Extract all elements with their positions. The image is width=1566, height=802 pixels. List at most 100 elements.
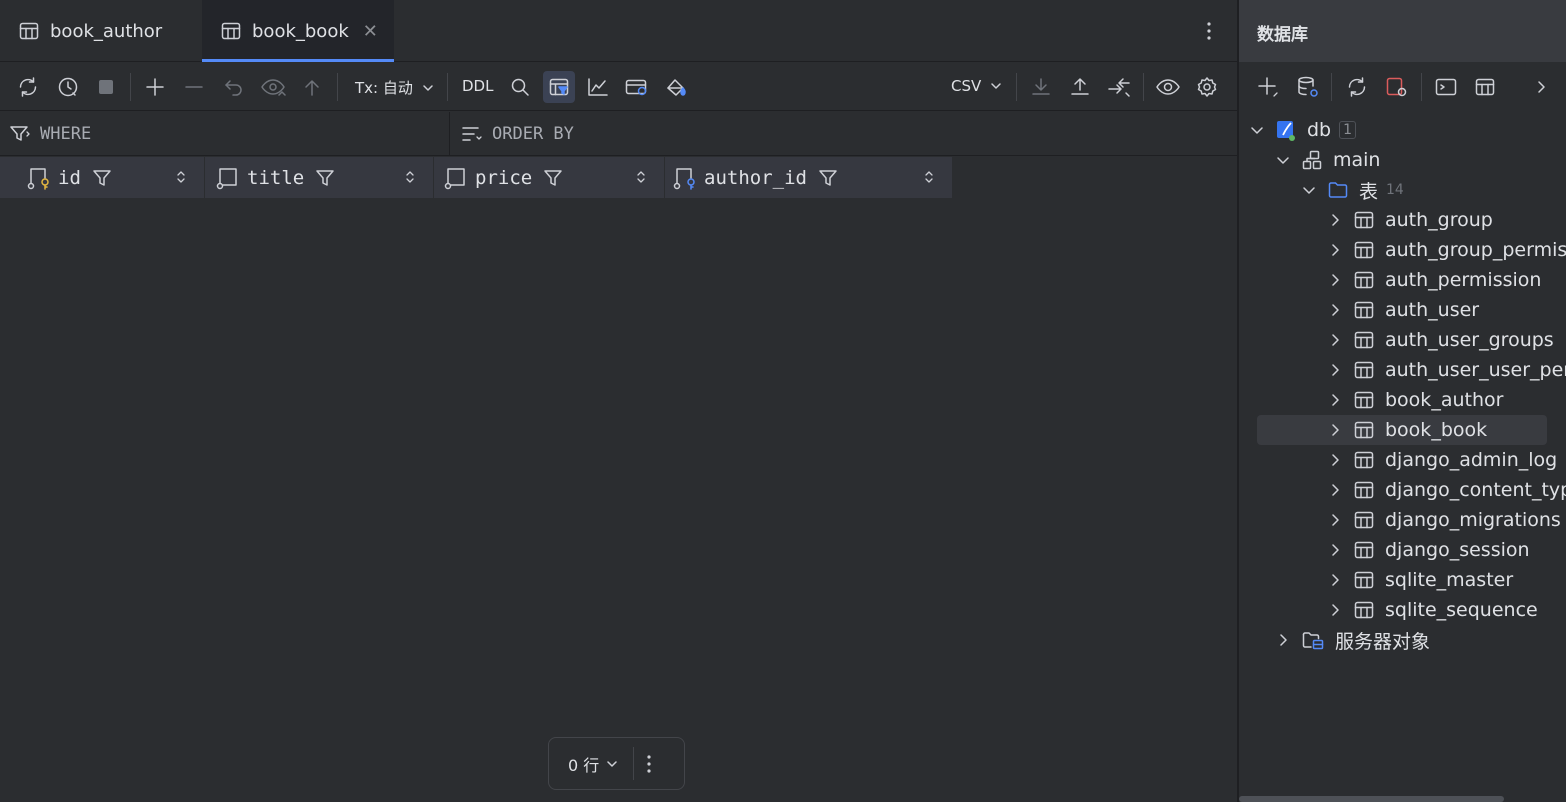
column-name: title — [247, 166, 305, 189]
sort-arrows-icon[interactable] — [924, 169, 934, 185]
settings-gear-icon[interactable] — [1193, 73, 1221, 101]
tree-node-table[interactable]: django_migrations — [1327, 505, 1561, 535]
datasource-properties-icon[interactable] — [1294, 73, 1322, 101]
chevron-right-icon — [1327, 212, 1343, 228]
table-icon — [220, 20, 242, 42]
chevron-right-icon — [1327, 362, 1343, 378]
table-icon — [1353, 449, 1375, 471]
column-header-row: id title price author_id — [0, 157, 953, 198]
sort-arrows-icon[interactable] — [176, 169, 186, 185]
tree-node-table[interactable]: sqlite_master — [1327, 565, 1513, 595]
sql-console-icon[interactable] — [1432, 73, 1460, 101]
db-label: db — [1307, 119, 1332, 141]
column-header-price[interactable]: price — [434, 157, 665, 198]
visibility-eye-icon[interactable] — [1154, 73, 1182, 101]
tree-node-db[interactable]: db 1 — [1249, 115, 1357, 145]
table-icon — [1353, 389, 1375, 411]
more-options-icon[interactable] — [1199, 18, 1219, 44]
ddl-button[interactable]: DDL — [462, 77, 493, 95]
folder-icon — [1327, 179, 1349, 201]
table-name: sqlite_master — [1385, 569, 1514, 591]
table-name: book_book — [1385, 419, 1488, 441]
table-view-icon[interactable] — [1471, 73, 1499, 101]
chevron-right-icon[interactable] — [1527, 73, 1555, 101]
tree-node-table[interactable]: auth_permission — [1327, 265, 1541, 295]
view-mode-icon[interactable] — [623, 73, 651, 101]
sort-arrows-icon[interactable] — [636, 169, 646, 185]
tree-node-table[interactable]: django_admin_log — [1327, 445, 1557, 475]
tree-node-server-objects[interactable]: 服务器对象 — [1275, 625, 1430, 655]
table-icon — [1353, 269, 1375, 291]
column-filter-icon[interactable] — [817, 167, 839, 189]
column-filter-icon[interactable] — [542, 167, 564, 189]
refresh-icon[interactable] — [14, 73, 42, 101]
sqlite-database-icon — [1275, 119, 1297, 141]
tree-node-table[interactable]: book_author — [1327, 385, 1503, 415]
horizontal-scrollbar[interactable] — [1239, 796, 1504, 802]
color-fill-icon[interactable] — [662, 73, 690, 101]
refresh-icon[interactable] — [1343, 73, 1371, 101]
tab-book-author[interactable]: book_author — [0, 0, 202, 62]
tree-node-table[interactable]: sqlite_sequence — [1327, 595, 1538, 625]
submit-icon[interactable] — [298, 73, 326, 101]
filter-toggle-icon[interactable] — [543, 71, 575, 103]
sort-arrows-icon[interactable] — [405, 169, 415, 185]
tree-node-table[interactable]: book_book — [1327, 415, 1487, 445]
disconnect-icon[interactable] — [1382, 73, 1410, 101]
column-icon — [443, 165, 469, 191]
tree-node-table[interactable]: auth_group_permissions — [1327, 235, 1566, 265]
revert-icon[interactable] — [220, 73, 248, 101]
stop-icon[interactable] — [92, 73, 120, 101]
primary-key-column-icon — [26, 165, 52, 191]
transaction-mode-dropdown[interactable]: Tx: 自动 — [355, 77, 435, 98]
export-format-dropdown[interactable]: CSV — [951, 77, 1003, 95]
delete-row-icon[interactable] — [180, 73, 208, 101]
tree-node-table[interactable]: auth_user — [1327, 295, 1479, 325]
table-icon — [1353, 419, 1375, 441]
preview-changes-icon[interactable] — [259, 73, 287, 101]
compare-icon[interactable] — [1105, 73, 1133, 101]
chart-icon[interactable] — [584, 73, 612, 101]
chevron-right-icon — [1327, 392, 1343, 408]
export-icon[interactable] — [1066, 73, 1094, 101]
table-name: auth_group — [1385, 209, 1493, 231]
table-name: django_admin_log — [1385, 449, 1558, 471]
column-header-title[interactable]: title — [205, 157, 434, 198]
tree-node-table[interactable]: django_content_type — [1327, 475, 1566, 505]
schema-icon — [1301, 149, 1323, 171]
row-count-dropdown[interactable]: 0 行 — [568, 752, 619, 776]
chevron-down-icon — [605, 757, 619, 771]
more-options-icon[interactable] — [646, 753, 652, 775]
table-icon — [1353, 509, 1375, 531]
data-grid: id title price author_id — [0, 157, 1237, 802]
orderby-label: ORDER BY — [492, 124, 574, 144]
close-tab-icon[interactable]: ✕ — [363, 21, 378, 42]
search-icon[interactable] — [506, 73, 534, 101]
add-datasource-icon[interactable] — [1255, 73, 1283, 101]
where-filter-input[interactable]: WHERE — [8, 112, 448, 156]
tab-book-book[interactable]: book_book ✕ — [202, 0, 394, 62]
chevron-right-icon — [1327, 602, 1343, 618]
column-filter-icon[interactable] — [91, 167, 113, 189]
table-name: book_author — [1385, 389, 1504, 411]
column-name: author_id — [704, 166, 807, 189]
tree-node-table[interactable]: django_session — [1327, 535, 1530, 565]
schema-label: main — [1333, 149, 1381, 171]
editor-tab-bar: book_author book_book ✕ — [0, 0, 1237, 62]
chevron-right-icon — [1327, 542, 1343, 558]
tree-node-table[interactable]: auth_user_groups — [1327, 325, 1554, 355]
column-header-id[interactable]: id — [0, 157, 205, 198]
table-name: auth_user_user_permissions — [1385, 359, 1566, 381]
tree-node-table[interactable]: auth_group — [1327, 205, 1493, 235]
import-icon[interactable] — [1027, 73, 1055, 101]
tree-node-schema-main[interactable]: main — [1275, 145, 1380, 175]
column-header-author-id[interactable]: author_id — [665, 157, 953, 198]
add-row-icon[interactable] — [141, 73, 169, 101]
tree-node-tables-folder[interactable]: 表 14 — [1301, 175, 1404, 205]
chevron-right-icon — [1327, 482, 1343, 498]
column-filter-icon[interactable] — [314, 167, 336, 189]
orderby-input[interactable]: ORDER BY — [460, 112, 1230, 156]
history-clock-icon[interactable] — [54, 73, 82, 101]
tree-node-table[interactable]: auth_user_user_permissions — [1327, 355, 1566, 385]
column-name: id — [58, 166, 81, 189]
